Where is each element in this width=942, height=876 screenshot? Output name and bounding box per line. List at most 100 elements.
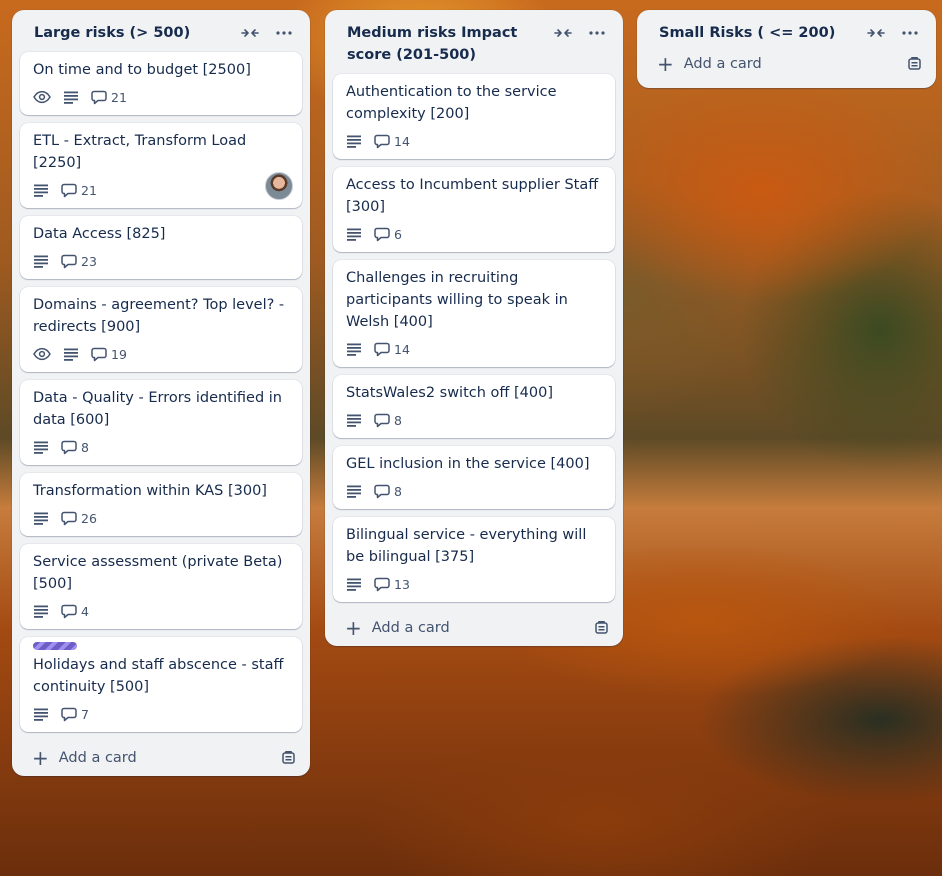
card-title: Challenges in recruiting participants wi… [346, 270, 568, 330]
card-badges: 6 [346, 224, 602, 244]
comment-badge: 8 [61, 439, 89, 455]
comment-icon [61, 510, 77, 526]
list-title[interactable]: Large risks (> 500) [34, 25, 190, 41]
card[interactable]: GEL inclusion in the service [400] 8 [333, 446, 615, 509]
list-large-risks: Large risks (> 500) On time and to budge… [12, 10, 310, 776]
card-badges: 19 [33, 344, 289, 364]
card[interactable]: Bilingual service - everything will be b… [333, 517, 615, 602]
card-badges: 8 [346, 481, 602, 501]
comment-badge: 26 [61, 510, 97, 526]
collapse-list-icon[interactable] [549, 22, 577, 44]
card-badges: 21 [33, 87, 289, 107]
card-badges: 23 [33, 251, 289, 271]
comment-count: 8 [394, 412, 402, 428]
more-actions-icon[interactable] [896, 22, 924, 44]
card-label[interactable] [33, 642, 77, 650]
card[interactable]: Authentication to the service complexity… [333, 74, 615, 159]
card[interactable]: On time and to budget [2500] 21 [20, 52, 302, 115]
card-badges: 13 [346, 574, 602, 594]
comment-count: 4 [81, 603, 89, 619]
list-header[interactable]: Medium risks Impact score (201-500) [325, 10, 623, 74]
description-icon [346, 227, 362, 241]
card-template-icon[interactable] [907, 56, 922, 75]
card[interactable]: Transformation within KAS [300] 26 [20, 473, 302, 536]
comment-icon [61, 439, 77, 455]
card-badges: 7 [33, 704, 289, 724]
card[interactable]: Service assessment (private Beta) [500] 4 [20, 544, 302, 629]
more-actions-icon[interactable] [583, 22, 611, 44]
eye-icon [33, 347, 51, 361]
add-card-button[interactable]: + Add a card [637, 46, 936, 82]
card-template-icon[interactable] [281, 750, 296, 769]
avatar[interactable] [265, 172, 293, 200]
card-list: On time and to budget [2500] 21 ETL - Extr… [12, 52, 310, 732]
add-card-label: Add a card [58, 750, 137, 766]
card[interactable]: Access to Incumbent supplier Staff [300]… [333, 167, 615, 252]
comment-count: 23 [81, 253, 97, 269]
card-badges: 8 [33, 437, 289, 457]
card-title: StatsWales2 switch off [400] [346, 385, 554, 401]
add-card-button[interactable]: + Add a card [325, 610, 623, 646]
card[interactable]: Challenges in recruiting participants wi… [333, 260, 615, 367]
description-icon [63, 90, 79, 104]
comment-count: 19 [111, 346, 127, 362]
comment-badge: 4 [61, 603, 89, 619]
list-title[interactable]: Small Risks ( <= 200) [659, 25, 835, 41]
comment-icon [374, 483, 390, 499]
comment-icon [61, 253, 77, 269]
card-title: Domains - agreement? Top level? - redire… [33, 297, 285, 335]
card-title: Transformation within KAS [300] [33, 483, 267, 499]
description-icon [33, 183, 49, 197]
comment-badge: 23 [61, 253, 97, 269]
description-icon [33, 511, 49, 525]
card[interactable]: Holidays and staff abscence - staff cont… [20, 637, 302, 732]
comment-badge: 6 [374, 226, 402, 242]
description-icon [346, 413, 362, 427]
card-badges: 14 [346, 339, 602, 359]
list-title[interactable]: Medium risks Impact score (201-500) [347, 25, 517, 63]
more-actions-icon[interactable] [270, 22, 298, 44]
card-title: Bilingual service - everything will be b… [346, 527, 587, 565]
collapse-list-icon[interactable] [236, 22, 264, 44]
comment-icon [91, 346, 107, 362]
card-badges: 21 [33, 180, 289, 200]
card-title: On time and to budget [2500] [33, 62, 251, 78]
card[interactable]: ETL - Extract, Transform Load [2250] 21 [20, 123, 302, 208]
card[interactable]: Domains - agreement? Top level? - redire… [20, 287, 302, 372]
comment-badge: 13 [374, 576, 410, 592]
comment-icon [61, 603, 77, 619]
card-list: Authentication to the service complexity… [325, 74, 623, 602]
card[interactable]: Data Access [825] 23 [20, 216, 302, 279]
comment-count: 14 [394, 341, 410, 357]
collapse-list-icon[interactable] [862, 22, 890, 44]
comment-icon [374, 341, 390, 357]
card[interactable]: StatsWales2 switch off [400] 8 [333, 375, 615, 438]
comment-badge: 14 [374, 341, 410, 357]
comment-count: 26 [81, 510, 97, 526]
card-template-icon[interactable] [594, 620, 609, 639]
card-title: Data - Quality - Errors identified in da… [33, 390, 282, 428]
list-header[interactable]: Large risks (> 500) [12, 10, 310, 52]
card-badges: 26 [33, 508, 289, 528]
comment-icon [61, 706, 77, 722]
comment-count: 14 [394, 133, 410, 149]
description-icon [346, 134, 362, 148]
card-title: ETL - Extract, Transform Load [2250] [33, 133, 247, 171]
card-title: GEL inclusion in the service [400] [346, 456, 590, 472]
comment-count: 7 [81, 706, 89, 722]
comment-icon [374, 226, 390, 242]
comment-badge: 21 [61, 182, 97, 198]
add-card-button[interactable]: + Add a card [12, 740, 310, 776]
card-badges: 8 [346, 410, 602, 430]
comment-icon [374, 576, 390, 592]
comment-badge: 21 [91, 89, 127, 105]
description-icon [33, 440, 49, 454]
description-icon [33, 707, 49, 721]
card[interactable]: Data - Quality - Errors identified in da… [20, 380, 302, 465]
comment-badge: 7 [61, 706, 89, 722]
add-card-label: Add a card [371, 620, 450, 636]
board-canvas: Large risks (> 500) On time and to budge… [0, 0, 942, 876]
plus-icon: + [32, 746, 49, 770]
description-icon [33, 604, 49, 618]
comment-count: 6 [394, 226, 402, 242]
